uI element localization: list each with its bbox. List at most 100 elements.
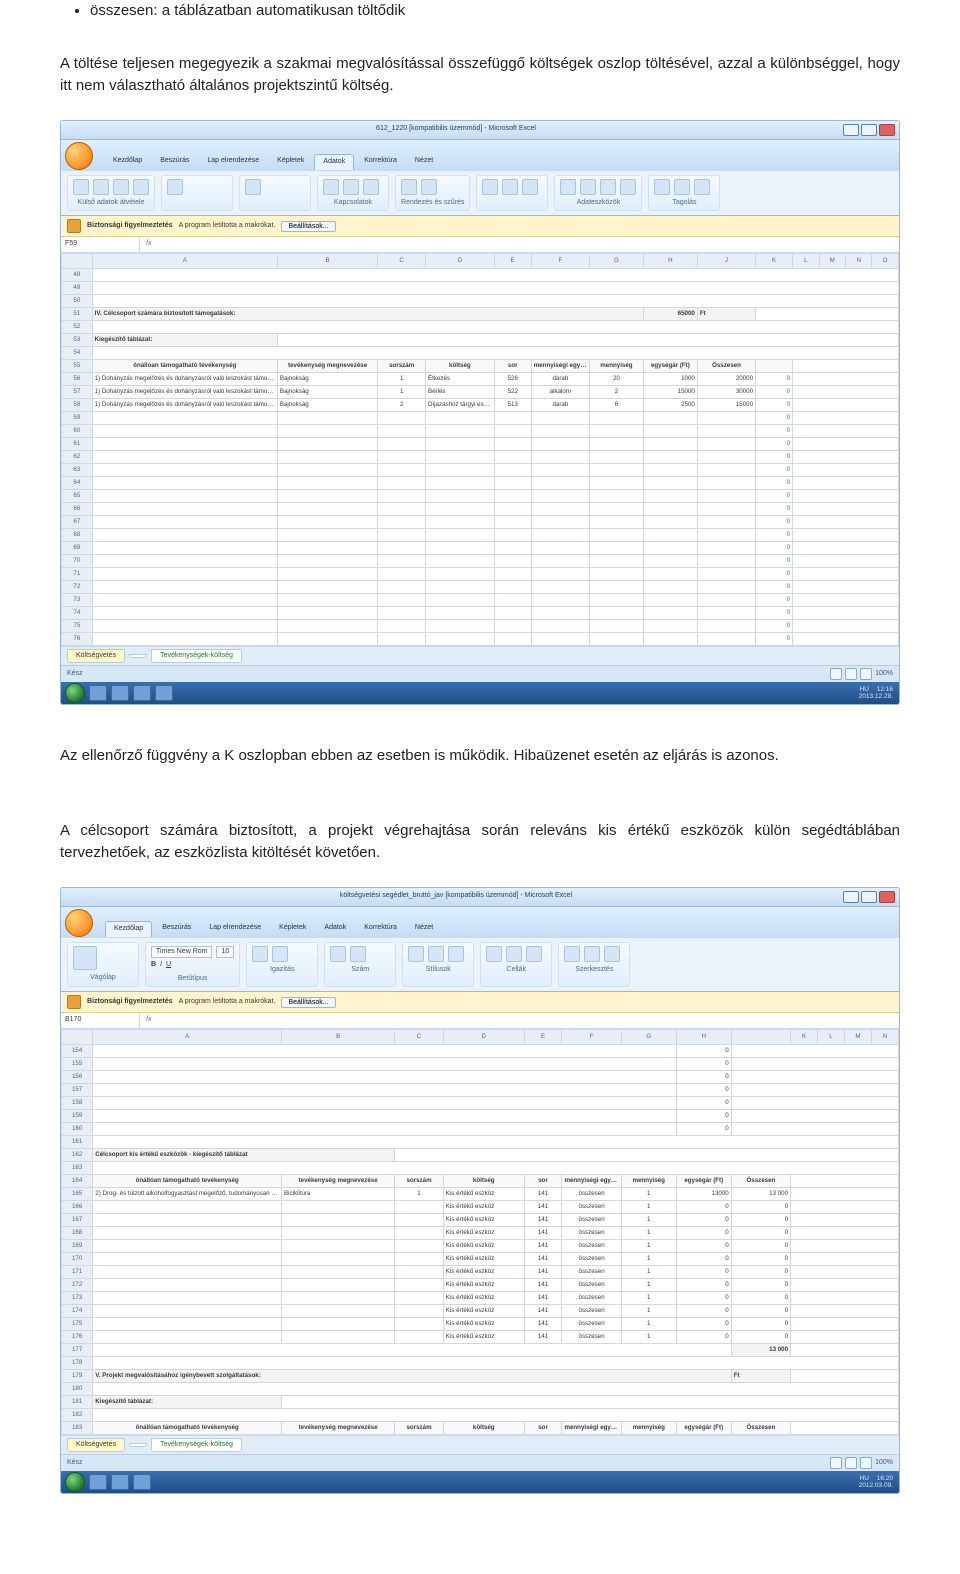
ribbon-item-icon[interactable] — [363, 179, 379, 195]
name-box[interactable]: B170 — [61, 1013, 140, 1028]
page-break-view-icon[interactable] — [860, 1457, 872, 1469]
ribbon-tab[interactable]: Korrektúra — [356, 921, 405, 937]
ribbon-item-icon[interactable] — [604, 946, 620, 962]
ribbon-item-icon[interactable] — [482, 179, 498, 195]
taskbar-app-icon[interactable] — [133, 1474, 151, 1490]
normal-view-icon[interactable] — [830, 1457, 842, 1469]
ribbon-item-icon[interactable] — [502, 179, 518, 195]
ribbon-item-icon[interactable] — [654, 179, 670, 195]
font-family-select[interactable]: Times New Rom — [151, 946, 212, 959]
ribbon-tab[interactable]: Beszúrás — [154, 921, 199, 937]
ribbon-item-icon[interactable] — [428, 946, 444, 962]
ribbon-item-icon[interactable] — [620, 179, 636, 195]
ribbon-item-icon[interactable] — [408, 946, 424, 962]
ribbon-item-icon[interactable] — [580, 179, 596, 195]
ribbon-tab[interactable]: Lap elrendezése — [199, 154, 267, 170]
security-options-button[interactable]: Beállítások... — [281, 221, 335, 232]
clock-date: 2013.12.28. — [859, 693, 893, 700]
ribbon-group: Szám — [324, 942, 396, 988]
zoom-controls[interactable]: 100% — [830, 1457, 893, 1469]
ribbon-item-icon[interactable] — [343, 179, 359, 195]
ribbon-item-icon[interactable] — [694, 179, 710, 195]
ribbon-tab[interactable]: Nézet — [407, 154, 441, 170]
name-box[interactable]: F59 — [61, 237, 140, 252]
zoom-controls[interactable]: 100% — [830, 668, 893, 680]
worksheet-grid[interactable]: ABCDEFGHJKLMNO48495051IV. Célcsoport szá… — [61, 253, 899, 646]
formula-bar[interactable] — [157, 1018, 899, 1022]
ribbon-item-icon[interactable] — [73, 179, 89, 195]
ribbon-item-icon[interactable] — [93, 179, 109, 195]
ribbon-item-icon[interactable] — [167, 179, 183, 195]
bold-button[interactable]: B — [151, 960, 156, 971]
ribbon-item-icon[interactable] — [133, 179, 149, 195]
ribbon-tab[interactable]: Kezdőlap — [105, 154, 150, 170]
sheet-tab[interactable] — [129, 654, 147, 658]
paste-icon[interactable] — [73, 946, 97, 970]
ribbon-item-icon[interactable] — [600, 179, 616, 195]
security-options-button[interactable]: Beállítások... — [281, 997, 335, 1008]
office-button[interactable] — [65, 909, 93, 937]
taskbar-explorer-icon[interactable] — [111, 1474, 129, 1490]
font-size-select[interactable]: 10 — [216, 946, 234, 959]
page-layout-view-icon[interactable] — [845, 668, 857, 680]
ribbon-item-icon[interactable] — [330, 946, 346, 962]
sheet-tab[interactable]: Költségvetés — [67, 1438, 125, 1453]
ribbon-tab[interactable]: Képletek — [271, 921, 314, 937]
ribbon-tab[interactable]: Kezdőlap — [105, 921, 152, 937]
ribbon-item-icon[interactable] — [486, 946, 502, 962]
ribbon-item-icon[interactable] — [421, 179, 437, 195]
sheet-tab[interactable]: Költségvetés — [67, 649, 125, 664]
ribbon-tab[interactable]: Képletek — [269, 154, 312, 170]
ribbon-tab[interactable]: Beszúrás — [152, 154, 197, 170]
ribbon-item-icon[interactable] — [560, 179, 576, 195]
close-button[interactable] — [879, 891, 895, 903]
taskbar-ie-icon[interactable] — [89, 1474, 107, 1490]
ribbon-group: Tagolás — [648, 175, 720, 212]
fx-icon[interactable]: fx — [140, 1015, 157, 1026]
ribbon-item-icon[interactable] — [674, 179, 690, 195]
ribbon-item-icon[interactable] — [401, 179, 417, 195]
ribbon-item-icon[interactable] — [245, 179, 261, 195]
ribbon-item-icon[interactable] — [113, 179, 129, 195]
ribbon-item-icon[interactable] — [506, 946, 522, 962]
worksheet-grid[interactable]: ABCDEFGHKLMN1540155015601570158015901600… — [61, 1029, 899, 1435]
taskbar-clock[interactable]: HU 12:16 2013.12.28. — [859, 686, 895, 700]
ribbon-item-icon[interactable] — [272, 946, 288, 962]
ribbon-tab[interactable]: Korrektúra — [356, 154, 405, 170]
taskbar-explorer-icon[interactable] — [111, 685, 129, 701]
ribbon-tab[interactable]: Lap elrendezése — [201, 921, 269, 937]
maximize-button[interactable] — [861, 891, 877, 903]
close-button[interactable] — [879, 124, 895, 136]
ribbon-tab[interactable]: Adatok — [316, 921, 354, 937]
minimize-button[interactable] — [843, 891, 859, 903]
ribbon-item-icon[interactable] — [448, 946, 464, 962]
ribbon-tab[interactable]: Adatok — [314, 154, 354, 170]
ribbon-item-icon[interactable] — [526, 946, 542, 962]
start-button[interactable] — [65, 1472, 85, 1492]
sheet-tab[interactable] — [129, 1443, 147, 1447]
sheet-tab[interactable]: Tevékenységek-költség — [151, 649, 242, 664]
taskbar-clock[interactable]: HU 16:20 2012.03.09. — [859, 1475, 895, 1489]
ribbon-item-icon[interactable] — [522, 179, 538, 195]
fx-icon[interactable]: fx — [140, 239, 157, 250]
start-button[interactable] — [65, 683, 85, 703]
ribbon-item-icon[interactable] — [564, 946, 580, 962]
formula-bar[interactable] — [157, 242, 899, 246]
normal-view-icon[interactable] — [830, 668, 842, 680]
taskbar-ie-icon[interactable] — [89, 685, 107, 701]
page-break-view-icon[interactable] — [860, 668, 872, 680]
ribbon-tab[interactable]: Nézet — [407, 921, 441, 937]
office-button[interactable] — [65, 142, 93, 170]
ribbon-item-icon[interactable] — [350, 946, 366, 962]
maximize-button[interactable] — [861, 124, 877, 136]
minimize-button[interactable] — [843, 124, 859, 136]
italic-button[interactable]: I — [160, 960, 162, 971]
taskbar-app-icon[interactable] — [155, 685, 173, 701]
sheet-tab[interactable]: Tevékenységek-költség — [151, 1438, 242, 1453]
ribbon-item-icon[interactable] — [323, 179, 339, 195]
page-layout-view-icon[interactable] — [845, 1457, 857, 1469]
ribbon-item-icon[interactable] — [584, 946, 600, 962]
ribbon-item-icon[interactable] — [252, 946, 268, 962]
underline-button[interactable]: U — [166, 960, 171, 971]
taskbar-app-icon[interactable] — [133, 685, 151, 701]
